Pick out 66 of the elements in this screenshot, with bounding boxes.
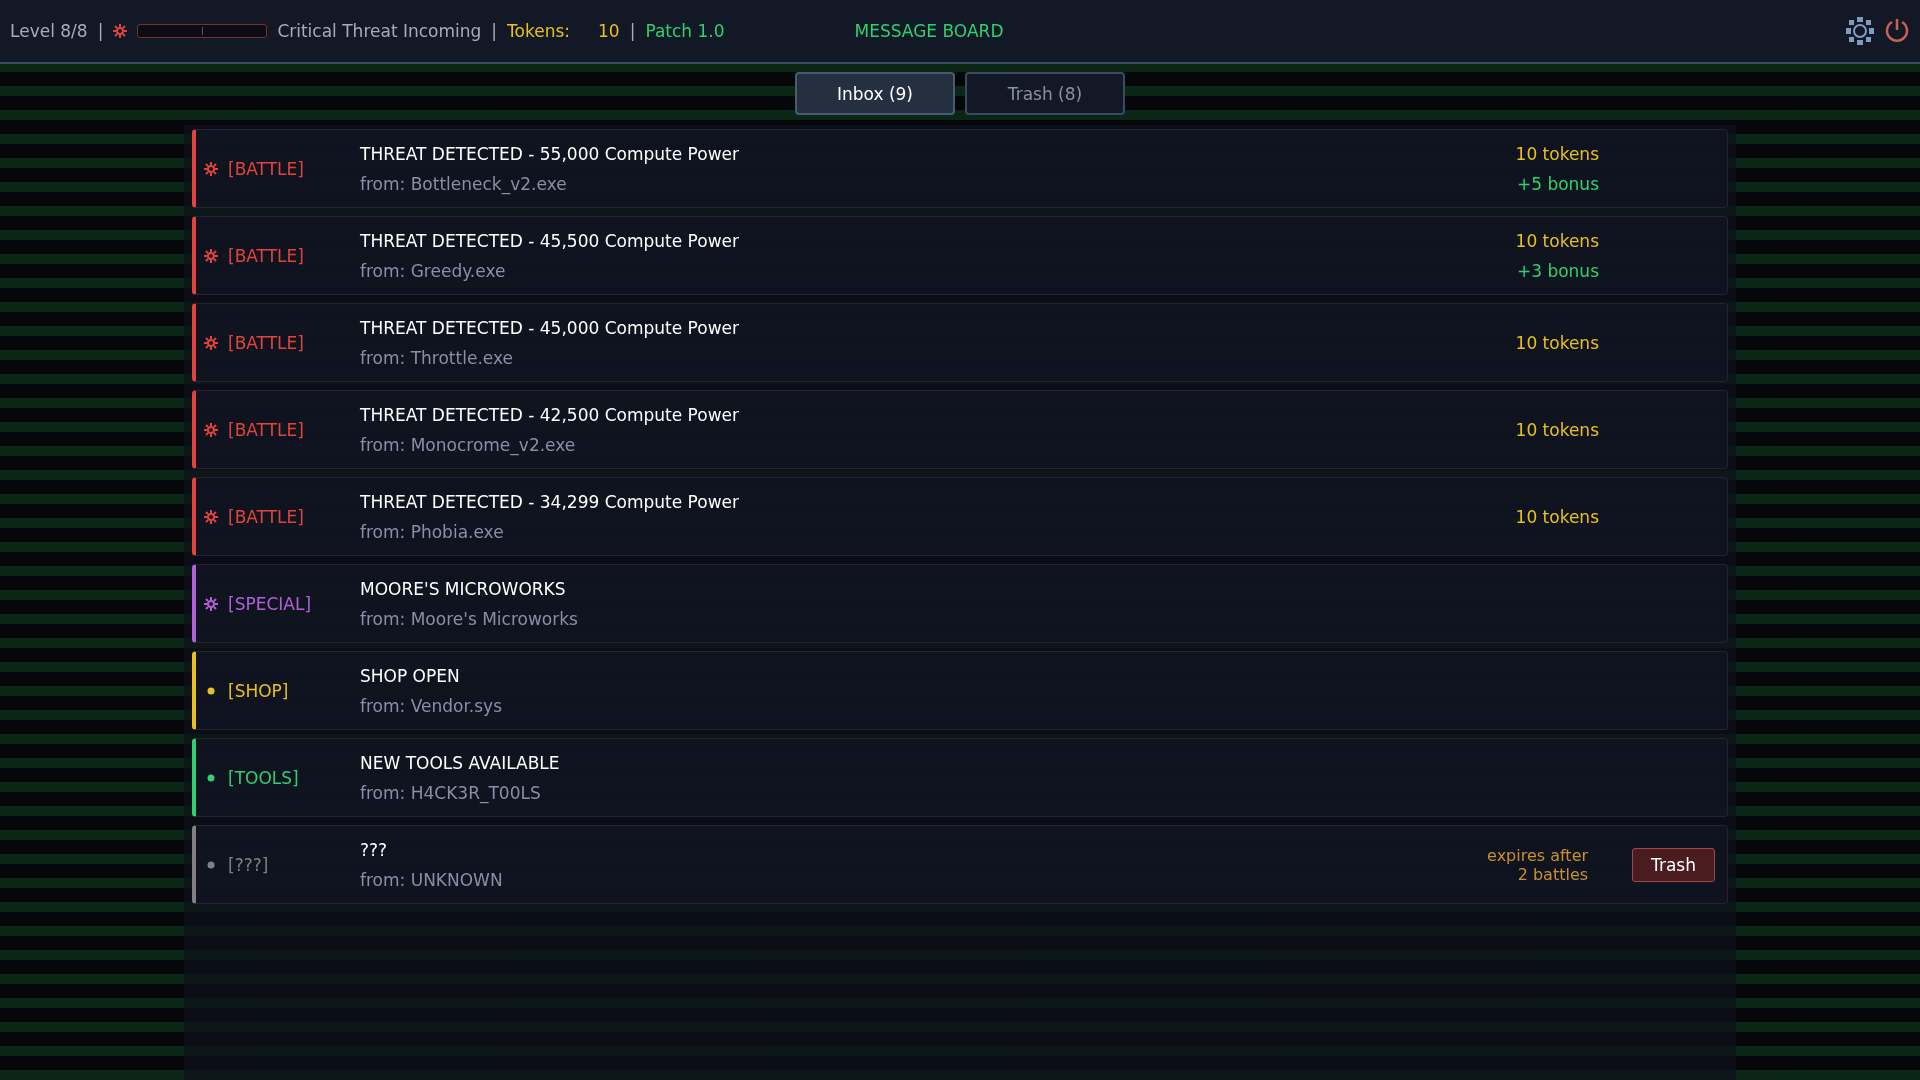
message-sender: from: Phobia.exe bbox=[360, 521, 505, 542]
burst-icon bbox=[204, 248, 218, 263]
separator: | bbox=[491, 21, 498, 41]
message-sender: from: Vendor.sys bbox=[360, 695, 504, 716]
message-row[interactable]: [SPECIAL] MOORE'S MICROWORKS from: Moore's Microworks bbox=[192, 564, 1728, 643]
message-row[interactable]: [TOOLS] NEW TOOLS AVAILABLE from: H4CK3R_T00LS bbox=[192, 738, 1728, 817]
burst-icon bbox=[204, 596, 218, 611]
message-sender: from: Throttle.exe bbox=[360, 347, 514, 368]
message-title: SHOP OPEN bbox=[360, 665, 461, 686]
message-title: THREAT DETECTED - 55,000 Compute Power bbox=[360, 143, 740, 164]
message-tag: [BATTLE] bbox=[228, 506, 304, 527]
message-sender: from: H4CK3R_T00LS bbox=[360, 782, 542, 803]
message-tag: [TOOLS] bbox=[228, 767, 299, 788]
message-title: THREAT DETECTED - 45,500 Compute Power bbox=[360, 230, 740, 251]
message-row[interactable]: [BATTLE] THREAT DETECTED - 45,000 Compute Power from: Throttle.exe 10 tokens bbox=[192, 303, 1728, 382]
message-row[interactable]: [BATTLE] THREAT DETECTED - 42,500 Compute Power from: Monocrome_v2.exe 10 tokens bbox=[192, 390, 1728, 469]
message-tag: [BATTLE] bbox=[228, 245, 304, 266]
threat-icon bbox=[113, 24, 128, 38]
message-title: NEW TOOLS AVAILABLE bbox=[360, 752, 561, 773]
message-sender: from: Bottleneck_v2.exe bbox=[360, 173, 568, 194]
message-row[interactable]: [BATTLE] THREAT DETECTED - 34,299 Compute Power from: Phobia.exe 10 tokens bbox=[192, 477, 1728, 556]
expiry-note: expires after bbox=[1487, 845, 1589, 865]
page-title: MESSAGE BOARD bbox=[854, 21, 1004, 41]
message-sender: from: Greedy.exe bbox=[360, 260, 507, 281]
power-icon[interactable] bbox=[1884, 18, 1910, 44]
message-title: THREAT DETECTED - 34,299 Compute Power bbox=[360, 491, 740, 512]
burst-icon bbox=[204, 335, 218, 350]
message-tag: [BATTLE] bbox=[228, 158, 304, 179]
folder-tab[interactable]: Trash (8) bbox=[965, 72, 1125, 115]
bonus-reward: +3 bonus bbox=[1516, 260, 1599, 281]
message-row[interactable]: [SHOP] SHOP OPEN from: Vendor.sys bbox=[192, 651, 1728, 730]
separator: | bbox=[629, 21, 636, 41]
burst-icon bbox=[204, 422, 218, 437]
settings-icon[interactable] bbox=[1846, 17, 1874, 45]
message-sender: from: UNKNOWN bbox=[360, 869, 504, 890]
message-row[interactable]: [BATTLE] THREAT DETECTED - 45,500 Compute Power from: Greedy.exe 10 tokens +3 bonus bbox=[192, 216, 1728, 295]
expiry-note: 2 battles bbox=[1517, 864, 1589, 884]
folder-tab[interactable]: Inbox (9) bbox=[795, 72, 955, 115]
token-reward: 10 tokens bbox=[1515, 419, 1599, 440]
level-label: Level 8/8 bbox=[10, 21, 88, 41]
token-reward: 10 tokens bbox=[1515, 230, 1599, 251]
message-tag: [???] bbox=[228, 854, 269, 875]
burst-icon bbox=[204, 509, 218, 524]
message-tag: [SPECIAL] bbox=[228, 593, 312, 614]
tokens-label: Tokens: bbox=[507, 21, 571, 41]
trash-button[interactable]: Trash bbox=[1632, 847, 1715, 882]
tokens-value: 10 bbox=[598, 21, 620, 41]
token-reward: 10 tokens bbox=[1515, 143, 1599, 164]
bonus-reward: +5 bonus bbox=[1516, 173, 1599, 194]
message-sender: from: Moore's Microworks bbox=[360, 608, 579, 629]
separator: | bbox=[97, 21, 104, 41]
burst-icon bbox=[204, 161, 218, 176]
message-row[interactable]: [???] ??? from: UNKNOWN expires after 2 battles Trash bbox=[192, 825, 1728, 904]
message-title: THREAT DETECTED - 45,000 Compute Power bbox=[360, 317, 740, 338]
message-title: ??? bbox=[360, 839, 389, 860]
message-tag: [BATTLE] bbox=[228, 332, 304, 353]
message-title: THREAT DETECTED - 42,500 Compute Power bbox=[360, 404, 740, 425]
message-tag: [BATTLE] bbox=[228, 419, 304, 440]
token-reward: 10 tokens bbox=[1515, 506, 1599, 527]
patch-version: Patch 1.0 bbox=[645, 21, 725, 41]
message-row[interactable]: [BATTLE] THREAT DETECTED - 55,000 Compute Power from: Bottleneck_v2.exe 10 tokens +5 bonus bbox=[192, 129, 1728, 208]
threat-status: Critical Threat Incoming bbox=[277, 21, 482, 41]
token-reward: 10 tokens bbox=[1515, 332, 1599, 353]
message-tag: [SHOP] bbox=[228, 680, 289, 701]
message-title: MOORE'S MICROWORKS bbox=[360, 578, 567, 599]
message-sender: from: Monocrome_v2.exe bbox=[360, 434, 577, 455]
